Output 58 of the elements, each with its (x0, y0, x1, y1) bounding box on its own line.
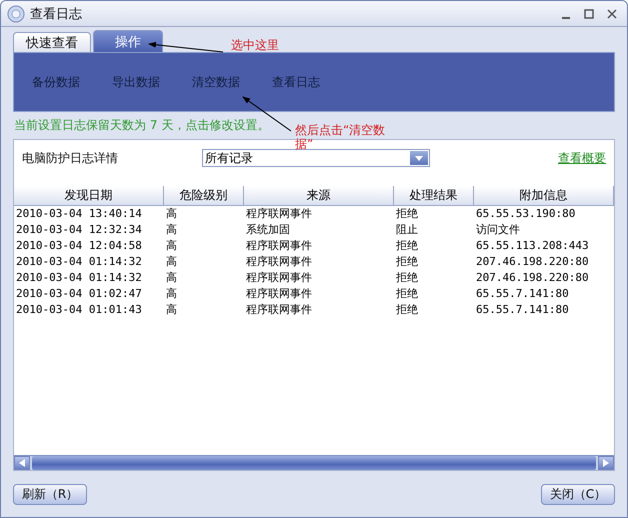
table-cell-text: 拒绝 (395, 286, 419, 302)
table-cell-text: 程序联网事件 (245, 206, 313, 222)
table-cell-text: 207.46.198.220:80 (475, 254, 590, 270)
table-cell-text: 高 (165, 302, 178, 318)
column-header[interactable]: 发现日期 (14, 186, 164, 205)
table-cell-text: 程序联网事件 (245, 302, 313, 318)
table-cell-text: 65.55.7.141:80 (475, 302, 570, 318)
table-cell-text: 高 (165, 206, 178, 222)
table-cell-text: 高 (165, 222, 178, 238)
table-cell-text: 2010-03-04 12:04:58 (15, 238, 143, 254)
table-cell-text: 2010-03-04 12:32:34 (15, 222, 143, 238)
scroll-right-button[interactable] (598, 456, 614, 470)
table-cell-text: 2010-03-04 01:01:43 (15, 302, 143, 318)
table-cell-text: 拒绝 (395, 238, 419, 254)
column-header[interactable]: 危险级别 (164, 186, 244, 205)
table-cell-text: 高 (165, 254, 178, 270)
table-cell-text: 高 (165, 286, 178, 302)
tab[interactable]: 操作 (93, 30, 163, 52)
table-cell-text: 程序联网事件 (245, 270, 313, 286)
refresh-button[interactable]: 刷新（R） (13, 484, 87, 504)
table-cell-text: 程序联网事件 (245, 254, 313, 270)
left-arrow-icon (19, 459, 25, 467)
tab[interactable]: 快速查看 (13, 32, 91, 52)
table-cell-text: 65.55.113.208:443 (475, 238, 590, 254)
table-cell-text: 访问文件 (475, 222, 521, 238)
table-cell-text: 拒绝 (395, 206, 419, 222)
caret-icon (415, 156, 423, 160)
table-cell-text: 拒绝 (395, 270, 419, 286)
table-cell-text: 2010-03-04 01:02:47 (15, 286, 143, 302)
right-arrow-icon (603, 459, 609, 467)
filter-dropdown[interactable]: 所有记录 (202, 149, 430, 167)
table-cell-text: 65.55.53.190:80 (475, 206, 576, 222)
table-cell-text: 高 (165, 270, 178, 286)
table-cell-text: 程序联网事件 (245, 286, 313, 302)
table-cell-text: 系统加固 (245, 222, 291, 238)
column-header[interactable]: 来源 (244, 186, 394, 205)
column-header[interactable]: 处理结果 (394, 186, 474, 205)
scroll-left-button[interactable] (14, 456, 30, 470)
annotation-text: 选中这里 (231, 38, 279, 52)
close-icon (607, 8, 617, 18)
summary-link[interactable]: 查看概要 (558, 150, 606, 166)
column-header[interactable]: 附加信息 (474, 186, 614, 205)
table-cell-text: 2010-03-04 01:14:32 (15, 254, 143, 270)
table-cell-text: 2010-03-04 13:40:14 (15, 206, 143, 222)
window-title: 查看日志 (30, 6, 83, 22)
maximize-icon (584, 8, 594, 18)
table-cell-text: 程序联网事件 (245, 238, 313, 254)
close-dialog-button[interactable]: 关闭（C） (541, 484, 615, 504)
annotation-text: 然后点击“清空数据” (295, 123, 386, 151)
table-cell-text: 2010-03-04 01:14:32 (15, 270, 143, 286)
minimize-icon (562, 16, 570, 18)
panel-title: 电脑防护日志详情 (22, 150, 119, 166)
table-cell-text: 高 (165, 238, 178, 254)
table-cell-text: 拒绝 (395, 302, 419, 318)
table-cell-text: 207.46.198.220:80 (475, 270, 590, 286)
table-cell-text: 阻止 (395, 222, 419, 238)
table-cell-text: 65.55.7.141:80 (475, 286, 570, 302)
table-cell-text: 拒绝 (395, 254, 419, 270)
